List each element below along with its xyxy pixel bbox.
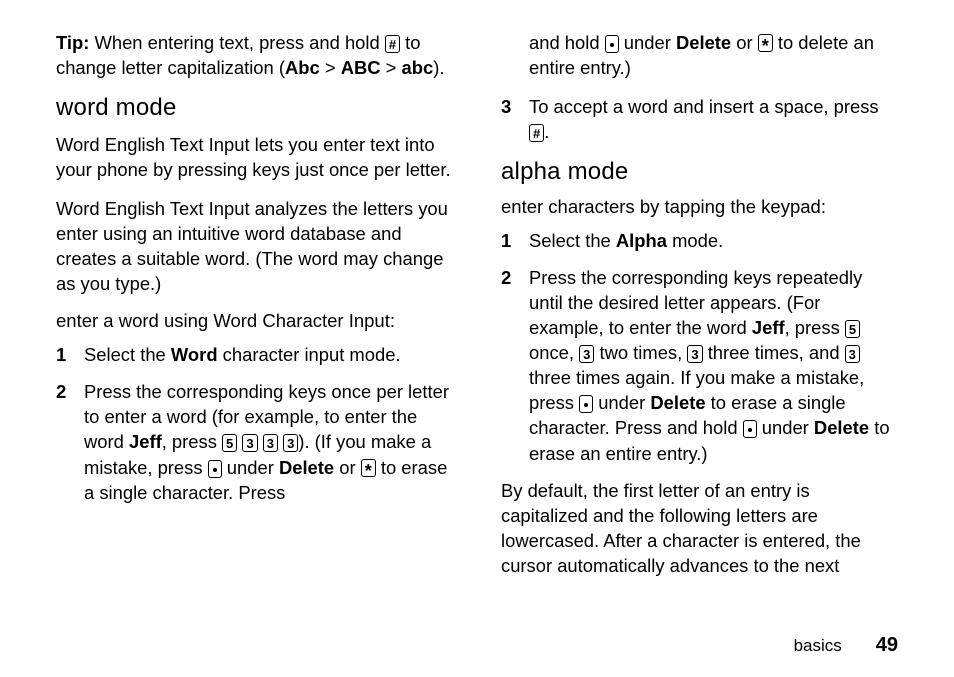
text: >	[381, 57, 402, 78]
text: once,	[529, 342, 579, 363]
step-number: 1	[501, 228, 529, 253]
caps-ABC: ABC	[341, 57, 381, 78]
alpha-label: Alpha	[616, 230, 667, 251]
subheading-word-input: enter a word using Word Character Input:	[56, 310, 453, 332]
softkey-dot-icon	[579, 395, 593, 413]
word-mode-intro-2: Word English Text Input analyzes the let…	[56, 196, 453, 296]
alpha-default-paragraph: By default, the first letter of an entry…	[501, 478, 898, 578]
key-3-icon: 3	[579, 345, 594, 363]
step-number: 1	[56, 342, 84, 367]
tip-paragraph: Tip: When entering text, press and hold …	[56, 30, 453, 80]
key-3-icon: 3	[242, 434, 257, 452]
page-number: 49	[876, 634, 898, 657]
star-key-icon	[361, 459, 376, 477]
list-item: 1 Select the Alpha mode.	[501, 228, 898, 253]
caps-abc-lower: abc	[402, 57, 434, 78]
text: under	[757, 417, 814, 438]
jeff-label: Jeff	[752, 317, 785, 338]
text: under	[593, 392, 650, 413]
text: , press	[785, 317, 845, 338]
softkey-dot-icon	[208, 460, 222, 478]
text: ).	[433, 57, 444, 78]
word-mode-steps: 1 Select the Word character input mode. …	[56, 342, 453, 504]
two-column-layout: Tip: When entering text, press and hold …	[56, 30, 898, 628]
text: To accept a word and insert a space, pre…	[529, 96, 879, 117]
jeff-label: Jeff	[129, 431, 162, 452]
step-number: 2	[501, 265, 529, 290]
manual-page: Tip: When entering text, press and hold …	[0, 0, 954, 677]
delete-label: Delete	[279, 457, 334, 478]
key-5-icon: 5	[222, 434, 237, 452]
step-text: To accept a word and insert a space, pre…	[529, 94, 898, 144]
star-key-icon	[758, 34, 773, 52]
text: three times, and	[703, 342, 845, 363]
text: and hold	[529, 32, 605, 53]
step-text: Press the corresponding keys once per le…	[84, 379, 453, 504]
step-text: Select the Word character input mode.	[84, 342, 453, 367]
text: or	[334, 457, 361, 478]
tip-label: Tip:	[56, 32, 89, 53]
text: Select the	[529, 230, 616, 251]
footer-section-label: basics	[794, 636, 842, 656]
text: When entering text, press and hold	[89, 32, 384, 53]
step-text: Select the Alpha mode.	[529, 228, 898, 253]
word-mode-steps-cont: 3 To accept a word and insert a space, p…	[501, 94, 898, 144]
list-item: 1 Select the Word character input mode.	[56, 342, 453, 367]
text: >	[320, 57, 341, 78]
step-number: 2	[56, 379, 84, 404]
softkey-dot-icon	[605, 35, 619, 53]
heading-word-mode: word mode	[56, 94, 453, 122]
text: two times,	[594, 342, 687, 363]
text: mode.	[667, 230, 723, 251]
key-3-icon: 3	[845, 345, 860, 363]
text: .	[544, 121, 549, 142]
delete-label: Delete	[814, 417, 869, 438]
key-3-icon: 3	[263, 434, 278, 452]
key-5-icon: 5	[845, 320, 860, 338]
step-text: Press the corresponding keys repeatedly …	[529, 265, 898, 465]
delete-label: Delete	[650, 392, 705, 413]
text: Select the	[84, 344, 171, 365]
text: , press	[162, 431, 222, 452]
text: or	[731, 32, 758, 53]
word-label: Word	[171, 344, 218, 365]
hash-key-icon: #	[529, 124, 544, 142]
list-item: 3 To accept a word and insert a space, p…	[501, 94, 898, 144]
delete-label: Delete	[676, 32, 731, 53]
text: under	[619, 32, 676, 53]
left-column: Tip: When entering text, press and hold …	[56, 30, 453, 628]
right-column: and hold under Delete or to delete an en…	[501, 30, 898, 628]
word-mode-intro-1: Word English Text Input lets you enter t…	[56, 132, 453, 182]
list-item: 2 Press the corresponding keys once per …	[56, 379, 453, 504]
text: under	[222, 457, 279, 478]
hash-key-icon: #	[385, 35, 400, 53]
text: character input mode.	[218, 344, 401, 365]
key-3-icon: 3	[687, 345, 702, 363]
step-number: 3	[501, 94, 529, 119]
key-3-icon: 3	[283, 434, 298, 452]
page-footer: basics 49	[56, 628, 898, 657]
step2-continuation: and hold under Delete or to delete an en…	[501, 30, 898, 80]
caps-abc: Abc	[285, 57, 320, 78]
softkey-dot-icon	[743, 420, 757, 438]
heading-alpha-mode: alpha mode	[501, 158, 898, 186]
subheading-alpha: enter characters by tapping the keypad:	[501, 196, 898, 218]
alpha-mode-steps: 1 Select the Alpha mode. 2 Press the cor…	[501, 228, 898, 465]
list-item: 2 Press the corresponding keys repeatedl…	[501, 265, 898, 465]
